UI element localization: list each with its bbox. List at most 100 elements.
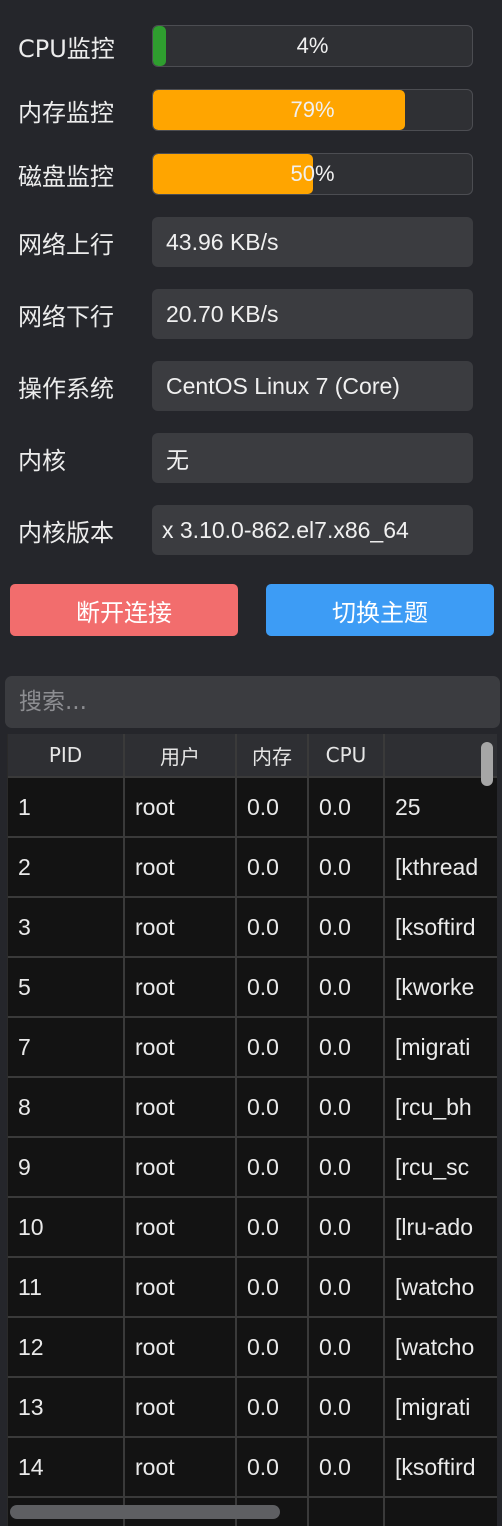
kernel-version-row: 内核版本 x 3.10.0-862.el7.x86_64	[18, 505, 474, 555]
user-cell: root	[124, 837, 237, 898]
column-header-cpu[interactable]: CPU	[308, 734, 385, 778]
column-header-memory[interactable]: 内存	[236, 734, 309, 778]
disk-monitor-row: 磁盘监控 50%	[18, 153, 474, 195]
memory-cell: 0.0	[236, 837, 309, 898]
pid-cell: 7	[8, 1017, 125, 1078]
user-cell: root	[124, 1077, 237, 1138]
cpu-cell: 0.0	[308, 1137, 385, 1198]
pid-cell: 1	[8, 777, 125, 838]
user-cell: root	[124, 897, 237, 958]
cpu-cell: 0.0	[308, 1017, 385, 1078]
memory-cell: 0.0	[236, 1077, 309, 1138]
user-cell: root	[124, 1437, 237, 1498]
pid-cell: 8	[8, 1077, 125, 1138]
disk-monitor-label: 磁盘监控	[18, 162, 114, 191]
table-row[interactable]: 9 root 0.0 0.0 [rcu_sc	[8, 1137, 497, 1198]
memory-cell: 0.0	[236, 1437, 309, 1498]
column-header-user[interactable]: 用户	[124, 734, 237, 778]
user-cell: root	[124, 1197, 237, 1258]
command-cell: [ksoftird	[384, 897, 497, 958]
vertical-scrollbar[interactable]	[481, 742, 493, 786]
table-row[interactable]: 5 root 0.0 0.0 [kworke	[8, 957, 497, 1018]
network-down-row: 网络下行 20.70 KB/s	[18, 289, 474, 339]
pid-cell: 13	[8, 1377, 125, 1438]
table-row[interactable]: 14 root 0.0 0.0 [ksoftird	[8, 1437, 497, 1498]
memory-cell: 0.0	[236, 1317, 309, 1378]
network-up-label: 网络上行	[18, 230, 114, 259]
memory-cell: 0.0	[236, 1197, 309, 1258]
command-cell: [lru-ado	[384, 1197, 497, 1258]
network-down-label: 网络下行	[18, 302, 114, 331]
cpu-cell: 0.0	[308, 1077, 385, 1138]
user-cell: root	[124, 1017, 237, 1078]
cpu-cell: 0.0	[308, 897, 385, 958]
memory-cell: 0.0	[236, 1017, 309, 1078]
pid-cell: 2	[8, 837, 125, 898]
cpu-cell: 0.0	[308, 777, 385, 838]
cpu-cell	[308, 1497, 385, 1526]
cpu-cell: 0.0	[308, 1437, 385, 1498]
os-value: CentOS Linux 7 (Core)	[152, 361, 473, 411]
command-cell: [migrati	[384, 1017, 497, 1078]
pid-cell: 10	[8, 1197, 125, 1258]
table-row[interactable]: 3 root 0.0 0.0 [ksoftird	[8, 897, 497, 958]
user-cell: root	[124, 1317, 237, 1378]
table-header-row: PID 用户 内存 CPU 指	[8, 734, 497, 778]
memory-percent-text: 79%	[290, 97, 335, 122]
command-cell: [watcho	[384, 1317, 497, 1378]
cpu-cell: 0.0	[308, 1197, 385, 1258]
table-row[interactable]: 7 root 0.0 0.0 [migrati	[8, 1017, 497, 1078]
command-cell: [watcho	[384, 1257, 497, 1318]
pid-cell: 11	[8, 1257, 125, 1318]
pid-cell: 5	[8, 957, 125, 1018]
kernel-label: 内核	[18, 446, 66, 475]
cpu-progress-bar: 4%	[152, 25, 473, 67]
switch-theme-button[interactable]: 切换主题	[266, 584, 494, 636]
command-cell: 25	[384, 777, 497, 838]
command-cell: [rcu_sc	[384, 1137, 497, 1198]
table-row[interactable]: 8 root 0.0 0.0 [rcu_bh	[8, 1077, 497, 1138]
table-row[interactable]: 11 root 0.0 0.0 [watcho	[8, 1257, 497, 1318]
disk-progress-bar: 50%	[152, 153, 473, 195]
command-cell	[384, 1497, 497, 1526]
user-cell: root	[124, 957, 237, 1018]
user-cell: root	[124, 1377, 237, 1438]
disconnect-button[interactable]: 断开连接	[10, 584, 238, 636]
process-table: PID 用户 内存 CPU 指 1root0.00.0252root0.00.0…	[7, 734, 497, 1526]
memory-monitor-row: 内存监控 79%	[18, 89, 474, 131]
memory-monitor-label: 内存监控	[18, 98, 114, 127]
memory-progress-bar: 79%	[152, 89, 473, 131]
command-cell: [kthread	[384, 837, 497, 898]
cpu-monitor-row: CPU监控 4%	[18, 25, 474, 67]
memory-cell: 0.0	[236, 777, 309, 838]
table-row[interactable]: 1 root 0.0 0.0 25	[8, 777, 497, 838]
kernel-row: 内核 无	[18, 433, 474, 483]
pid-cell: 14	[8, 1437, 125, 1498]
network-down-value: 20.70 KB/s	[152, 289, 473, 339]
user-cell: root	[124, 1137, 237, 1198]
cpu-cell: 0.0	[308, 837, 385, 898]
cpu-monitor-label: CPU监控	[18, 34, 115, 63]
column-header-pid[interactable]: PID	[8, 734, 125, 778]
kernel-version-value: x 3.10.0-862.el7.x86_64	[152, 505, 473, 555]
table-row[interactable]: 10 root 0.0 0.0 [lru-ado	[8, 1197, 497, 1258]
command-cell: [ksoftird	[384, 1437, 497, 1498]
horizontal-scrollbar[interactable]	[10, 1505, 280, 1519]
network-up-value: 43.96 KB/s	[152, 217, 473, 267]
table-row[interactable]: 2 root 0.0 0.0 [kthread	[8, 837, 497, 898]
memory-cell: 0.0	[236, 897, 309, 958]
command-cell: [migrati	[384, 1377, 497, 1438]
table-row[interactable]: 12 root 0.0 0.0 [watcho	[8, 1317, 497, 1378]
pid-cell: 12	[8, 1317, 125, 1378]
memory-cell: 0.0	[236, 1377, 309, 1438]
search-input[interactable]	[5, 676, 500, 728]
kernel-value: 无	[152, 433, 473, 483]
pid-cell: 9	[8, 1137, 125, 1198]
user-cell: root	[124, 777, 237, 838]
command-cell: [rcu_bh	[384, 1077, 497, 1138]
os-row: 操作系统 CentOS Linux 7 (Core)	[18, 361, 474, 411]
kernel-version-label: 内核版本	[18, 518, 114, 547]
table-row[interactable]: 13 root 0.0 0.0 [migrati	[8, 1377, 497, 1438]
network-up-row: 网络上行 43.96 KB/s	[18, 217, 474, 267]
process-table-body: 1 root 0.0 0.0 25 2 root 0.0 0.0 [kthread 3 root 0.0…	[8, 777, 497, 1526]
